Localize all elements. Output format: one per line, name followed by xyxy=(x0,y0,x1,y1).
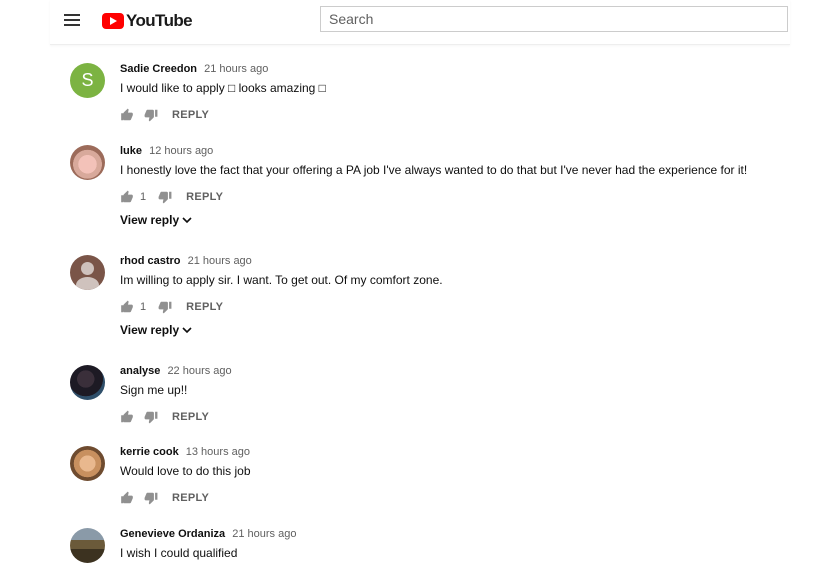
like-count: 1 xyxy=(140,301,147,313)
chevron-down-icon xyxy=(182,217,192,224)
masthead: YouTube xyxy=(50,0,790,45)
comment-actions: 1 REPLY xyxy=(120,299,223,315)
reply-button[interactable]: REPLY xyxy=(172,492,209,504)
comment-author[interactable]: rhod castro xyxy=(120,255,181,267)
comment-text: Would love to do this job xyxy=(120,464,251,478)
reply-button[interactable]: REPLY xyxy=(172,411,209,423)
comment-text: I would like to apply □ looks amazing □ xyxy=(120,81,326,95)
thumbs-down-icon[interactable] xyxy=(144,491,158,505)
comment-header: rhod castro 21 hours ago xyxy=(120,255,252,267)
comment-time[interactable]: 12 hours ago xyxy=(149,145,213,157)
thumbs-up-icon[interactable] xyxy=(120,300,134,314)
comment-text: I wish I could qualified xyxy=(120,546,238,560)
comment-time[interactable]: 13 hours ago xyxy=(186,446,250,458)
comment-actions: 1 REPLY xyxy=(120,189,223,205)
reply-button[interactable]: REPLY xyxy=(186,191,223,203)
avatar[interactable] xyxy=(70,255,105,290)
thumbs-down-icon[interactable] xyxy=(158,190,172,204)
thumbs-up-icon[interactable] xyxy=(120,108,134,122)
avatar[interactable] xyxy=(70,446,105,481)
comment-author[interactable]: analyse xyxy=(120,365,160,377)
view-reply-button[interactable]: View reply xyxy=(120,213,192,227)
youtube-logo[interactable]: YouTube xyxy=(102,11,193,31)
view-reply-label: View reply xyxy=(120,213,180,227)
comment-actions: REPLY xyxy=(120,409,209,425)
comment-time[interactable]: 22 hours ago xyxy=(167,365,231,377)
chevron-down-icon xyxy=(182,327,192,334)
comment-header: Genevieve Ordaniza 21 hours ago xyxy=(120,528,296,540)
youtube-play-icon xyxy=(102,13,124,29)
comment-actions: REPLY xyxy=(120,107,209,123)
brand-name: YouTube xyxy=(126,11,193,30)
search-input[interactable] xyxy=(320,6,788,32)
reply-button[interactable]: REPLY xyxy=(186,301,223,313)
hamburger-menu-icon[interactable] xyxy=(64,14,80,26)
comment-time[interactable]: 21 hours ago xyxy=(188,255,252,267)
view-reply-button[interactable]: View reply xyxy=(120,323,192,337)
comment-author[interactable]: Genevieve Ordaniza xyxy=(120,528,225,540)
comment-author[interactable]: Sadie Creedon xyxy=(120,63,197,75)
comment-author[interactable]: kerrie cook xyxy=(120,446,179,458)
avatar[interactable] xyxy=(70,365,105,400)
comment-header: analyse 22 hours ago xyxy=(120,365,232,377)
avatar[interactable]: S xyxy=(70,63,105,98)
like-count: 1 xyxy=(140,191,147,203)
comment-text: I honestly love the fact that your offer… xyxy=(120,163,748,177)
thumbs-up-icon[interactable] xyxy=(120,491,134,505)
thumbs-down-icon[interactable] xyxy=(158,300,172,314)
comment-actions: REPLY xyxy=(120,490,209,506)
avatar[interactable] xyxy=(70,528,105,563)
comment-header: luke 12 hours ago xyxy=(120,145,213,157)
comment-header: Sadie Creedon 21 hours ago xyxy=(120,63,268,75)
thumbs-up-icon[interactable] xyxy=(120,190,134,204)
comment-time[interactable]: 21 hours ago xyxy=(232,528,296,540)
comment-text: Sign me up!! xyxy=(120,383,188,397)
comment-time[interactable]: 21 hours ago xyxy=(204,63,268,75)
thumbs-down-icon[interactable] xyxy=(144,108,158,122)
view-reply-label: View reply xyxy=(120,323,180,337)
avatar[interactable] xyxy=(70,145,105,180)
thumbs-up-icon[interactable] xyxy=(120,410,134,424)
comment-header: kerrie cook 13 hours ago xyxy=(120,446,250,458)
comment-author[interactable]: luke xyxy=(120,145,142,157)
reply-button[interactable]: REPLY xyxy=(172,109,209,121)
thumbs-down-icon[interactable] xyxy=(144,410,158,424)
comment-text: Im willing to apply sir. I want. To get … xyxy=(120,273,443,287)
